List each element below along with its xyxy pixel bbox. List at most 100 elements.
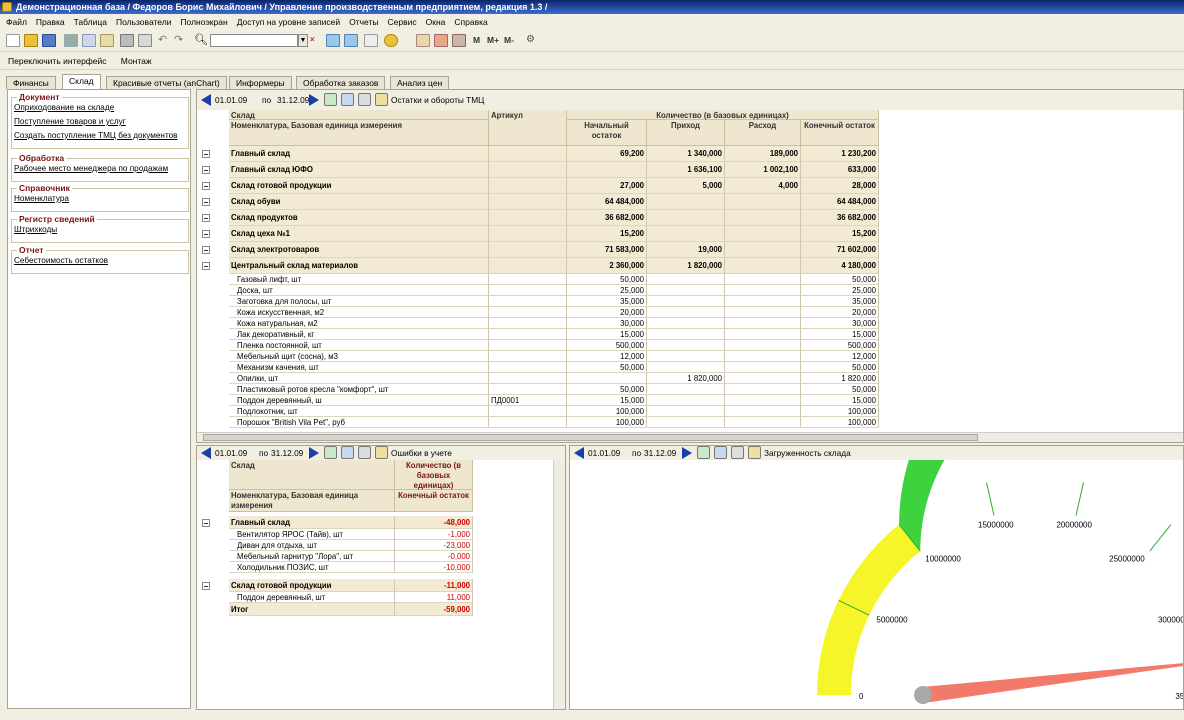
- table-row[interactable]: Центральный склад материалов 2 360,000 1 8…: [197, 258, 1183, 274]
- collapse-icon[interactable]: [202, 166, 210, 174]
- load-next-period-icon[interactable]: [682, 447, 692, 459]
- search-dropdown-icon[interactable]: ▼: [298, 34, 308, 47]
- load-save-icon[interactable]: [714, 446, 727, 459]
- print-report-icon[interactable]: [358, 93, 371, 106]
- clear-search-icon[interactable]: ×: [310, 34, 324, 47]
- collapse-icon[interactable]: [202, 150, 210, 158]
- table-row[interactable]: Склад цеха №1 15,200 15,200: [197, 226, 1183, 242]
- tab-1[interactable]: Склад: [62, 74, 101, 89]
- find-next-icon[interactable]: [326, 34, 340, 47]
- report-settings-icon[interactable]: [375, 93, 388, 106]
- load-refresh-icon[interactable]: [697, 446, 710, 459]
- clipboard-icon[interactable]: [452, 34, 466, 47]
- menu-item-1[interactable]: Правка: [36, 14, 65, 31]
- save-icon[interactable]: [42, 34, 56, 47]
- errors-prev-period-icon[interactable]: [201, 447, 211, 459]
- table-row[interactable]: Порошок "British Vila Pet", руб 100,000 10…: [197, 417, 1183, 428]
- load-print-icon[interactable]: [731, 446, 744, 459]
- table-row[interactable]: Мебельный гарнитур "Лора", шт -0,000: [197, 551, 553, 562]
- nav-link[interactable]: Поступление товаров и услуг: [14, 117, 126, 126]
- collapse-icon[interactable]: [202, 262, 210, 270]
- next-period-icon[interactable]: [309, 94, 319, 106]
- tab-5[interactable]: Анализ цен: [390, 76, 450, 89]
- memory-plus-button[interactable]: M+: [487, 35, 499, 45]
- table-row[interactable]: Заготовка для полосы, шт 35,000 35,000: [197, 296, 1183, 307]
- tab-3[interactable]: Информеры: [229, 76, 292, 89]
- nav-link[interactable]: Номенклатура: [14, 194, 69, 203]
- memory-button[interactable]: M: [473, 35, 480, 45]
- open-folder-icon[interactable]: [24, 34, 38, 47]
- nav-link[interactable]: Оприходование на складе: [14, 103, 114, 112]
- errors-next-period-icon[interactable]: [309, 447, 319, 459]
- nav-link[interactable]: Себестоимость остатков: [14, 256, 108, 265]
- menu-item-6[interactable]: Отчеты: [349, 14, 378, 31]
- table-row[interactable]: Вентилятор ЯРОС (Тайв), шт -1,000: [197, 529, 553, 540]
- tab-4[interactable]: Обработка заказов: [296, 76, 386, 89]
- errors-refresh-icon[interactable]: [324, 446, 337, 459]
- nav-link[interactable]: Штрихкоды: [14, 225, 57, 234]
- save-report-icon[interactable]: [341, 93, 354, 106]
- menu-item-4[interactable]: Полноэкран: [180, 14, 227, 31]
- table-row[interactable]: Пленка постоянной, шт 500,000 500,000: [197, 340, 1183, 351]
- refresh-icon[interactable]: [324, 93, 337, 106]
- period-to[interactable]: 31.12.09: [277, 95, 309, 105]
- copy-icon[interactable]: [82, 34, 96, 47]
- table-row[interactable]: Газовый лифт, шт 50,000 50,000: [197, 274, 1183, 285]
- menu-item-9[interactable]: Справка: [454, 14, 487, 31]
- memory-minus-button[interactable]: M-: [504, 35, 514, 45]
- horizontal-scrollbar[interactable]: [197, 432, 1183, 442]
- menu-item-8[interactable]: Окна: [426, 14, 446, 31]
- table-row[interactable]: Итог -59,000: [197, 603, 553, 616]
- table-row[interactable]: Доска, шт 25,000 25,000: [197, 285, 1183, 296]
- table-row[interactable]: Кожа искусственная, м2 20,000 20,000: [197, 307, 1183, 318]
- calculator-icon[interactable]: [416, 34, 430, 47]
- tab-0[interactable]: Финансы: [6, 76, 56, 89]
- table-row[interactable]: Пластиковый ротов кресла "комфорт", шт 50…: [197, 384, 1183, 395]
- table-row[interactable]: Диван для отдыха, шт -23,000: [197, 540, 553, 551]
- prev-period-icon[interactable]: [201, 94, 211, 106]
- tab-2[interactable]: Красивые отчеты (anChart): [106, 76, 227, 89]
- collapse-icon[interactable]: [202, 230, 210, 238]
- installation-button[interactable]: Монтаж: [121, 56, 152, 66]
- load-period-to[interactable]: 31.12.09: [644, 448, 676, 458]
- print-icon[interactable]: [120, 34, 134, 47]
- calendar-icon[interactable]: [434, 34, 448, 47]
- nav-link[interactable]: Создать поступление ТМЦ без документов: [14, 131, 178, 140]
- table-row[interactable]: Холодильник ПОЗИС, шт -10,000: [197, 562, 553, 573]
- search-icon[interactable]: 🔍︎: [194, 34, 208, 47]
- errors-save-icon[interactable]: [341, 446, 354, 459]
- load-settings-icon[interactable]: [748, 446, 761, 459]
- collapse-icon[interactable]: [202, 198, 210, 206]
- errors-settings-icon[interactable]: [375, 446, 388, 459]
- nav-link[interactable]: Рабочее место менеджера по продажам: [14, 164, 168, 173]
- period-from[interactable]: 01.01.09: [215, 95, 247, 105]
- table-row[interactable]: Кожа натуральная, м2 30,000 30,000: [197, 318, 1183, 329]
- table-row[interactable]: Склад готовой продукции 27,000 5,000 4,000 2…: [197, 178, 1183, 194]
- table-row[interactable]: Главный склад 69,200 1 340,000 189,000 1 230…: [197, 146, 1183, 162]
- search-input[interactable]: [210, 34, 298, 47]
- redo-icon[interactable]: ↷: [174, 34, 188, 47]
- collapse-icon[interactable]: [202, 246, 210, 254]
- table-row[interactable]: Подлокотник, шт 100,000 100,000: [197, 406, 1183, 417]
- collapse-icon[interactable]: [202, 581, 210, 590]
- table-row[interactable]: Поддон деревянный, шт 11,000: [197, 592, 553, 603]
- table-row[interactable]: Лак декоративный, кг 15,000 15,000: [197, 329, 1183, 340]
- table-row[interactable]: Мебельный щит (сосна), м3 12,000 12,000: [197, 351, 1183, 362]
- table-row[interactable]: Главный склад ЮФО 1 636,100 1 002,100 633,0…: [197, 162, 1183, 178]
- cut-icon[interactable]: [64, 34, 78, 47]
- collapse-icon[interactable]: [202, 214, 210, 222]
- errors-period-from[interactable]: 01.01.09: [215, 448, 247, 458]
- info-icon[interactable]: [384, 34, 398, 47]
- collapse-icon[interactable]: [202, 518, 210, 527]
- collapse-icon[interactable]: [202, 182, 210, 190]
- table-row[interactable]: Склад продуктов 36 682,000 36 682,000: [197, 210, 1183, 226]
- paste-icon[interactable]: [100, 34, 114, 47]
- menu-item-2[interactable]: Таблица: [74, 14, 107, 31]
- table-row[interactable]: Склад готовой продукции -11,000: [197, 579, 553, 592]
- find-icon[interactable]: [364, 34, 378, 47]
- table-row[interactable]: Поддон деревянный, ш ПД0001 15,000 15,000: [197, 395, 1183, 406]
- errors-print-icon[interactable]: [358, 446, 371, 459]
- switch-interface-button[interactable]: Переключить интерфейс: [8, 56, 107, 66]
- table-row[interactable]: Механизм качения, шт 50,000 50,000: [197, 362, 1183, 373]
- table-row[interactable]: Склад электротоваров 71 583,000 19,000 71 6…: [197, 242, 1183, 258]
